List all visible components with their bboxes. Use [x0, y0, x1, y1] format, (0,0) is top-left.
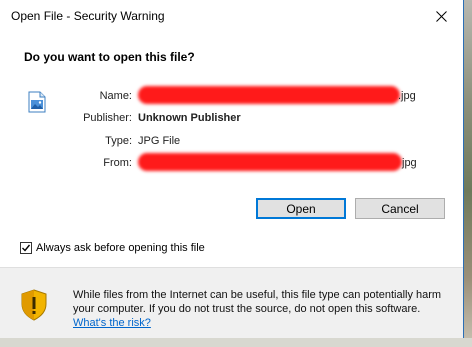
desktop-background	[464, 0, 472, 347]
name-label: Name:	[99, 90, 132, 102]
desktop-background-bottom	[0, 338, 472, 347]
publisher-label: Publisher:	[83, 112, 132, 124]
redacted-from	[138, 153, 402, 171]
type-value: JPG File	[138, 135, 181, 147]
image-file-icon	[28, 91, 46, 113]
from-value-suffix: jpg	[402, 157, 417, 169]
redacted-name	[138, 86, 400, 104]
close-button[interactable]	[420, 0, 463, 32]
security-warning-dialog: Open File - Security Warning Do you want…	[0, 0, 464, 338]
publisher-value: Unknown Publisher	[138, 112, 241, 124]
security-shield-icon	[21, 289, 47, 321]
from-label: From:	[103, 157, 132, 169]
warning-text: While files from the Internet can be use…	[73, 289, 442, 315]
window-title: Open File - Security Warning	[11, 9, 165, 23]
whats-the-risk-link[interactable]: What's the risk?	[73, 317, 151, 329]
checkmark-icon	[22, 244, 31, 252]
always-ask-label: Always ask before opening this file	[36, 242, 205, 254]
dialog-heading: Do you want to open this file?	[24, 50, 195, 64]
always-ask-row: Always ask before opening this file	[20, 242, 205, 254]
type-label: Type:	[105, 135, 132, 147]
close-icon	[436, 10, 447, 22]
cancel-button[interactable]: Cancel	[355, 198, 445, 219]
warning-footer: While files from the Internet can be use…	[0, 268, 463, 338]
name-value-suffix: .jpg	[398, 90, 416, 102]
warning-message: While files from the Internet can be use…	[73, 288, 453, 330]
open-button[interactable]: Open	[256, 198, 346, 219]
always-ask-checkbox[interactable]	[20, 242, 32, 254]
title-bar: Open File - Security Warning	[0, 0, 463, 32]
